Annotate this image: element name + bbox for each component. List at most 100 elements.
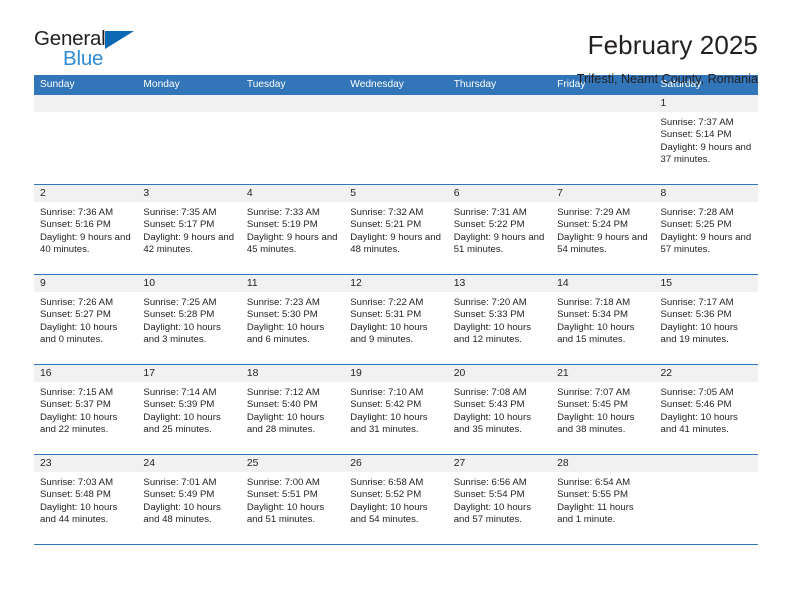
sunset-text: Sunset: 5:33 PM: [453, 309, 525, 321]
day-number: 20: [447, 365, 552, 382]
day-cell-1[interactable]: 1 Sunrise: 7:37 AM Sunset: 5:14 PM Daylight…: [654, 95, 758, 184]
day-cell-21[interactable]: 21 Sunrise: 7:07 AM Sunset: 5:45 PM Dayligh…: [551, 365, 655, 454]
page-header: General Blue February 2025 Trifesti, Nea…: [0, 0, 792, 87]
day-details: Sunrise: 7:25 AM Sunset: 5:28 PM Daylight:…: [137, 292, 240, 347]
day-number: 15: [654, 275, 758, 292]
page-subtitle: Trifesti, Neamt County, Romania: [576, 72, 758, 86]
sunrise-text: Sunrise: 7:14 AM: [143, 387, 217, 398]
daylight-text: Daylight: 10 hours and 44 minutes.: [40, 501, 118, 526]
day-cell-11[interactable]: 11 Sunrise: 7:23 AM Sunset: 5:30 PM Dayligh…: [240, 275, 345, 364]
day-details: Sunrise: 7:26 AM Sunset: 5:27 PM Daylight:…: [34, 292, 137, 347]
day-details: Sunrise: 7:33 AM Sunset: 5:19 PM Daylight:…: [241, 202, 344, 257]
daylight-text: Daylight: 10 hours and 51 minutes.: [246, 501, 325, 526]
day-details: Sunrise: 7:14 AM Sunset: 5:39 PM Daylight:…: [137, 382, 240, 437]
day-cell-19[interactable]: 19 Sunrise: 7:10 AM Sunset: 5:42 PM Dayligh…: [344, 365, 448, 454]
day-details: Sunrise: 6:54 AM Sunset: 5:55 PM Daylight:…: [551, 472, 654, 527]
day-cell-5[interactable]: 5 Sunrise: 7:32 AM Sunset: 5:21 PM Daylight…: [344, 185, 448, 274]
day-details: Sunrise: 7:15 AM Sunset: 5:37 PM Daylight:…: [34, 382, 137, 437]
daylight-text: Daylight: 11 hours and 1 minute.: [557, 501, 634, 526]
sunrise-text: Sunrise: 6:56 AM: [453, 477, 527, 488]
day-details: Sunrise: 7:31 AM Sunset: 5:22 PM Daylight:…: [448, 202, 551, 257]
day-details: Sunrise: 6:58 AM Sunset: 5:52 PM Daylight:…: [344, 472, 447, 527]
day-cell-13[interactable]: 13 Sunrise: 7:20 AM Sunset: 5:33 PM Dayligh…: [447, 275, 552, 364]
sunrise-text: Sunrise: 7:01 AM: [143, 477, 217, 488]
sunset-text: Sunset: 5:49 PM: [143, 489, 215, 501]
daylight-text: Daylight: 10 hours and 9 minutes.: [350, 321, 428, 346]
day-cell-15[interactable]: 15 Sunrise: 7:17 AM Sunset: 5:36 PM Dayligh…: [654, 275, 758, 364]
daylight-text: Daylight: 10 hours and 3 minutes.: [143, 321, 221, 346]
day-number: 17: [137, 365, 241, 382]
day-details: Sunrise: 7:32 AM Sunset: 5:21 PM Daylight:…: [344, 202, 447, 257]
daylight-text: Daylight: 10 hours and 57 minutes.: [453, 501, 532, 526]
day-cell-4[interactable]: 4 Sunrise: 7:33 AM Sunset: 5:19 PM Daylight…: [240, 185, 345, 274]
day-cell-6[interactable]: 6 Sunrise: 7:31 AM Sunset: 5:22 PM Daylight…: [447, 185, 552, 274]
day-cell-14[interactable]: 14 Sunrise: 7:18 AM Sunset: 5:34 PM Dayligh…: [551, 275, 655, 364]
week-row: 23 Sunrise: 7:03 AM Sunset: 5:48 PM Dayligh…: [34, 455, 758, 545]
day-number: 6: [447, 185, 552, 202]
day-cell-8[interactable]: 8 Sunrise: 7:28 AM Sunset: 5:25 PM Daylight…: [654, 185, 758, 274]
day-number: 16: [34, 365, 138, 382]
day-cell-2[interactable]: 2 Sunrise: 7:36 AM Sunset: 5:16 PM Daylight…: [34, 185, 138, 274]
day-details: Sunrise: 7:10 AM Sunset: 5:42 PM Daylight:…: [344, 382, 447, 437]
day-cell-7[interactable]: 7 Sunrise: 7:29 AM Sunset: 5:24 PM Daylight…: [551, 185, 655, 274]
day-number: [551, 95, 655, 112]
sunset-text: Sunset: 5:52 PM: [350, 489, 422, 501]
day-number: [137, 95, 241, 112]
day-cell-24[interactable]: 24 Sunrise: 7:01 AM Sunset: 5:49 PM Dayligh…: [137, 455, 241, 544]
day-details: Sunrise: 7:12 AM Sunset: 5:40 PM Daylight:…: [241, 382, 344, 437]
day-cell-26[interactable]: 26 Sunrise: 6:58 AM Sunset: 5:52 PM Dayligh…: [344, 455, 448, 544]
calendar-page: General Blue February 2025 Trifesti, Nea…: [0, 0, 792, 612]
calendar-body: 1 Sunrise: 7:37 AM Sunset: 5:14 PM Daylight…: [34, 95, 758, 545]
day-cell-25[interactable]: 25 Sunrise: 7:00 AM Sunset: 5:51 PM Dayligh…: [240, 455, 345, 544]
day-cell-16[interactable]: 16 Sunrise: 7:15 AM Sunset: 5:37 PM Dayligh…: [34, 365, 138, 454]
daylight-text: Daylight: 10 hours and 48 minutes.: [143, 501, 221, 526]
sunrise-text: Sunrise: 7:33 AM: [246, 207, 320, 218]
day-number: 25: [240, 455, 345, 472]
day-details: Sunrise: 7:22 AM Sunset: 5:31 PM Daylight:…: [344, 292, 447, 347]
day-number: 26: [344, 455, 448, 472]
day-number: 27: [447, 455, 552, 472]
day-cell-10[interactable]: 10 Sunrise: 7:25 AM Sunset: 5:28 PM Dayligh…: [137, 275, 241, 364]
sunset-text: Sunset: 5:28 PM: [143, 309, 215, 321]
sunrise-text: Sunrise: 7:36 AM: [40, 207, 114, 218]
day-cell-12[interactable]: 12 Sunrise: 7:22 AM Sunset: 5:31 PM Dayligh…: [344, 275, 448, 364]
sunset-text: Sunset: 5:14 PM: [660, 129, 732, 141]
day-cell-empty: [447, 95, 552, 184]
sunset-text: Sunset: 5:25 PM: [660, 219, 732, 231]
daylight-text: Daylight: 10 hours and 25 minutes.: [143, 411, 221, 436]
day-number: 10: [137, 275, 241, 292]
general-blue-logo[interactable]: General Blue: [34, 28, 154, 76]
day-cell-22[interactable]: 22 Sunrise: 7:05 AM Sunset: 5:46 PM Dayligh…: [654, 365, 758, 454]
day-details: Sunrise: 6:56 AM Sunset: 5:54 PM Daylight:…: [448, 472, 551, 527]
day-cell-23[interactable]: 23 Sunrise: 7:03 AM Sunset: 5:48 PM Dayligh…: [34, 455, 138, 544]
day-cell-9[interactable]: 9 Sunrise: 7:26 AM Sunset: 5:27 PM Daylight…: [34, 275, 138, 364]
sunrise-text: Sunrise: 7:12 AM: [246, 387, 320, 398]
week-row: 2 Sunrise: 7:36 AM Sunset: 5:16 PM Daylight…: [34, 185, 758, 275]
day-details: Sunrise: 7:03 AM Sunset: 5:48 PM Daylight:…: [34, 472, 137, 527]
sunrise-text: Sunrise: 7:32 AM: [350, 207, 424, 218]
sunset-text: Sunset: 5:55 PM: [557, 489, 629, 501]
sunset-text: Sunset: 5:19 PM: [246, 219, 318, 231]
weekday-header-wednesday: Wednesday: [350, 79, 404, 90]
day-details: Sunrise: 7:18 AM Sunset: 5:34 PM Daylight:…: [551, 292, 654, 347]
day-cell-3[interactable]: 3 Sunrise: 7:35 AM Sunset: 5:17 PM Daylight…: [137, 185, 241, 274]
daylight-text: Daylight: 9 hours and 54 minutes.: [557, 231, 648, 256]
daylight-text: Daylight: 9 hours and 57 minutes.: [660, 231, 752, 256]
day-cell-17[interactable]: 17 Sunrise: 7:14 AM Sunset: 5:39 PM Dayligh…: [137, 365, 241, 454]
day-number: 8: [654, 185, 758, 202]
weekday-header-thursday: Thursday: [453, 79, 497, 90]
sunrise-text: Sunrise: 7:37 AM: [660, 117, 734, 128]
day-cell-empty: [240, 95, 345, 184]
day-cell-28[interactable]: 28 Sunrise: 6:54 AM Sunset: 5:55 PM Dayligh…: [551, 455, 655, 544]
sunset-text: Sunset: 5:42 PM: [350, 399, 422, 411]
day-number: 22: [654, 365, 758, 382]
day-number: 5: [344, 185, 448, 202]
day-details: Sunrise: 7:05 AM Sunset: 5:46 PM Daylight:…: [655, 382, 758, 437]
day-cell-27[interactable]: 27 Sunrise: 6:56 AM Sunset: 5:54 PM Dayligh…: [447, 455, 552, 544]
week-row: 9 Sunrise: 7:26 AM Sunset: 5:27 PM Daylight…: [34, 275, 758, 365]
weekday-header-monday: Monday: [143, 79, 180, 90]
day-cell-20[interactable]: 20 Sunrise: 7:08 AM Sunset: 5:43 PM Dayligh…: [447, 365, 552, 454]
day-details: Sunrise: 7:23 AM Sunset: 5:30 PM Daylight:…: [241, 292, 344, 347]
day-cell-18[interactable]: 18 Sunrise: 7:12 AM Sunset: 5:40 PM Dayligh…: [240, 365, 345, 454]
sunrise-text: Sunrise: 7:05 AM: [660, 387, 734, 398]
